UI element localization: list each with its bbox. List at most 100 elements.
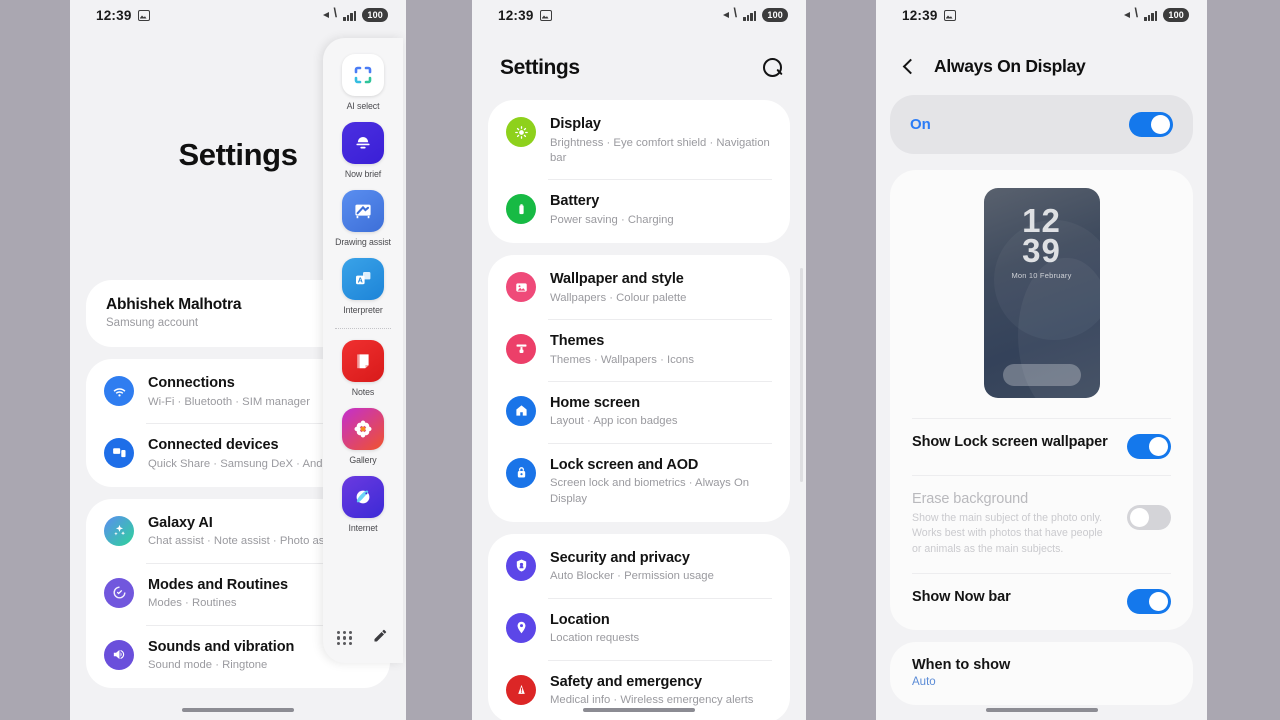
- edge-panel-app-notes[interactable]: Notes: [323, 340, 403, 397]
- show-lock-screen-wallpaper-toggle[interactable]: [1127, 434, 1171, 459]
- edge-panel-app-now-brief[interactable]: Now brief: [323, 122, 403, 179]
- option-title: Show Lock screen wallpaper: [912, 434, 1108, 450]
- when-to-show-title: When to show: [912, 657, 1011, 674]
- aod-preview-card: 12 39 Mon 10 February Show Lock screen w…: [890, 170, 1193, 631]
- row-subtitle: Auto Blocker · Permission usage: [550, 570, 714, 583]
- settings-group-display-battery: Display Brightness · Eye comfort shield …: [488, 100, 790, 243]
- battery-icon: 100: [1163, 8, 1189, 22]
- aod-master-label: On: [910, 116, 931, 133]
- preview-clock: 12 39 Mon 10 February: [984, 188, 1100, 280]
- edge-panel-app-gallery[interactable]: Gallery: [323, 408, 403, 465]
- option-subtitle: Show the main subject of the photo only.…: [912, 512, 1103, 555]
- scrollbar[interactable]: [800, 268, 803, 482]
- row-subtitle: Brightness · Eye comfort shield · Naviga…: [550, 136, 770, 164]
- volume-icon: [104, 639, 134, 670]
- edge-panel-app-drawing-assist[interactable]: Drawing assist: [323, 190, 403, 247]
- row-subtitle: Location requests: [550, 632, 640, 645]
- row-title: Security and privacy: [550, 549, 690, 566]
- row-title: Location: [550, 611, 610, 628]
- modes-icon: [104, 577, 134, 608]
- edge-panel[interactable]: AI select Now brief Drawing assist A Int…: [323, 38, 403, 663]
- settings-row-battery[interactable]: Battery Power saving · Charging: [488, 179, 790, 241]
- signal-icon: [743, 10, 757, 21]
- settings-header: Settings: [472, 30, 806, 100]
- row-subtitle: Screen lock and biometrics · Always On D…: [550, 477, 750, 505]
- mute-icon: [1124, 6, 1138, 21]
- erase-background-toggle: [1127, 505, 1171, 530]
- status-time: 12:39: [902, 7, 938, 23]
- preview-date: Mon 10 February: [1011, 270, 1072, 280]
- page-title: Always On Display: [934, 56, 1086, 76]
- edge-panel-app-label: AI select: [346, 101, 380, 111]
- settings-row-themes[interactable]: Themes Themes · Wallpapers · Icons: [488, 318, 790, 381]
- signal-icon: [343, 10, 357, 21]
- app-grid-icon[interactable]: [337, 630, 352, 646]
- interpreter-icon: A: [342, 258, 384, 300]
- edge-panel-app-internet[interactable]: Internet: [323, 476, 403, 533]
- status-time: 12:39: [498, 7, 534, 23]
- row-subtitle: Power saving · Charging: [550, 213, 674, 226]
- aod-when-to-show-card[interactable]: When to show Auto: [890, 642, 1193, 706]
- samsung-notes-icon: [342, 340, 384, 382]
- settings-row-home-screen[interactable]: Home screen Layout · App icon badges: [488, 380, 790, 443]
- row-subtitle: Themes · Wallpapers · Icons: [550, 353, 694, 366]
- row-title: Battery: [550, 193, 600, 210]
- themes-icon: [506, 333, 536, 364]
- drawing-assist-icon: [342, 190, 384, 232]
- option-title: Show Now bar: [912, 589, 1011, 606]
- edge-panel-app-label: Interpreter: [343, 305, 383, 315]
- gallery-icon: [342, 408, 384, 450]
- gesture-bar[interactable]: [985, 707, 1098, 712]
- battery-icon: 100: [762, 8, 788, 22]
- emergency-icon: [506, 674, 536, 705]
- status-bar: 12:39 100: [70, 0, 406, 30]
- gesture-bar[interactable]: [182, 707, 294, 712]
- aod-option-show-now-bar[interactable]: Show Now bar: [890, 573, 1193, 630]
- phone-screen-always-on-display: 12:39 100 Always On Display On 12: [876, 0, 1207, 720]
- page-title: Settings: [500, 56, 580, 79]
- settings-group-security: Security and privacy Auto Blocker · Perm…: [488, 533, 790, 720]
- row-title: Home screen: [550, 394, 640, 411]
- search-icon[interactable]: [763, 57, 784, 79]
- aod-option-show-lock-screen-wallpaper[interactable]: Show Lock screen wallpaper: [890, 418, 1193, 475]
- row-subtitle: Wallpapers · Colour palette: [550, 291, 687, 304]
- phone-screen-settings-home: 12:39 100 Settings Abhishek Malhotra Sam…: [70, 0, 406, 720]
- page-title: Settings: [178, 137, 298, 172]
- location-pin-icon: [506, 612, 536, 643]
- back-chevron-icon[interactable]: [900, 58, 918, 76]
- edge-panel-app-interpreter[interactable]: A Interpreter: [323, 258, 403, 315]
- edge-panel-app-label: Now brief: [344, 169, 382, 179]
- screenshot-icon: [137, 9, 150, 21]
- aod-option-erase-background: Erase background Show the main subject o…: [890, 475, 1193, 573]
- pencil-edit-icon[interactable]: [372, 627, 389, 649]
- settings-row-security-and-privacy[interactable]: Security and privacy Auto Blocker · Perm…: [488, 536, 790, 598]
- battery-icon: 100: [362, 8, 388, 22]
- mute-icon: [323, 6, 337, 21]
- settings-row-display[interactable]: Display Brightness · Eye comfort shield …: [488, 102, 790, 179]
- edge-panel-app-label: Notes: [351, 387, 375, 397]
- row-subtitle: Medical info · Wireless emergency alerts: [550, 694, 754, 707]
- mute-icon: [723, 6, 737, 21]
- settings-row-wallpaper-and-style[interactable]: Wallpaper and style Wallpapers · Colour …: [488, 257, 790, 319]
- settings-group-appearance: Wallpaper and style Wallpapers · Colour …: [488, 255, 790, 522]
- devices-icon: [104, 437, 134, 468]
- settings-row-lock-screen-and-aod[interactable]: Lock screen and AOD Screen lock and biom…: [488, 442, 790, 520]
- edge-panel-app-ai-select[interactable]: AI select: [323, 54, 403, 111]
- aod-master-toggle-row[interactable]: On: [890, 95, 1193, 154]
- row-title: Themes: [550, 332, 605, 349]
- aod-preview[interactable]: 12 39 Mon 10 February: [983, 188, 1100, 398]
- shield-icon: [506, 550, 536, 581]
- show-now-bar-toggle[interactable]: [1127, 589, 1171, 615]
- row-title: Safety and emergency: [550, 673, 702, 690]
- edge-panel-app-label: Drawing assist: [335, 237, 391, 247]
- option-title: Erase background: [912, 491, 1029, 507]
- sparkle-icon: [104, 515, 134, 546]
- status-time: 12:39: [96, 7, 132, 23]
- home-icon: [506, 395, 536, 426]
- status-bar: 12:39 100: [472, 0, 806, 30]
- gesture-bar[interactable]: [583, 707, 695, 712]
- row-title: Display: [550, 116, 601, 132]
- settings-row-location[interactable]: Location Location requests: [488, 597, 790, 660]
- aod-master-toggle[interactable]: [1129, 112, 1173, 137]
- display-icon: [506, 117, 536, 147]
